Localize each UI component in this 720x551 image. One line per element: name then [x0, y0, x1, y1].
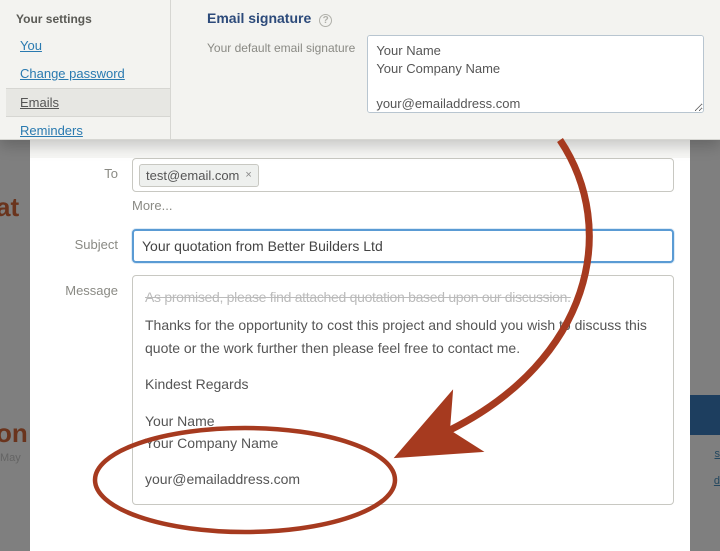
settings-body: Email signature ? Your default email sig… — [170, 0, 720, 139]
modal-backdrop — [690, 140, 720, 551]
more-recipients-toggle[interactable]: More... — [132, 198, 674, 219]
settings-heading: Your settings — [6, 8, 170, 32]
message-row: Message As promised, please find attache… — [46, 275, 674, 505]
signature-label: Your default email signature — [207, 35, 367, 55]
message-textarea[interactable]: As promised, please find attached quotat… — [132, 275, 674, 505]
message-signature-line: Your Name — [145, 410, 661, 432]
to-row: To test@email.com × — [46, 158, 674, 192]
to-field[interactable]: test@email.com × — [132, 158, 674, 192]
remove-recipient-icon[interactable]: × — [245, 169, 251, 181]
subject-label: Subject — [46, 229, 132, 252]
signature-textarea[interactable] — [367, 35, 704, 113]
subject-row: Subject Your quotation from Better Build… — [46, 229, 674, 263]
to-label: To — [46, 158, 132, 181]
compose-email-panel: To test@email.com × More... Subject Your… — [30, 158, 690, 551]
help-icon[interactable]: ? — [319, 14, 332, 27]
message-line: Kindest Regards — [145, 373, 661, 395]
message-line: Thanks for the opportunity to cost this … — [145, 314, 661, 359]
nav-item-change-password[interactable]: Change password — [6, 60, 170, 88]
section-title: Email signature ? — [207, 8, 704, 35]
settings-nav: Your settings You Change password Emails… — [0, 0, 170, 139]
message-line: As promised, please find attached quotat… — [145, 286, 661, 308]
nav-item-emails[interactable]: Emails — [6, 88, 170, 117]
subject-input[interactable]: Your quotation from Better Builders Ltd — [132, 229, 674, 263]
settings-panel: Your settings You Change password Emails… — [0, 0, 720, 140]
recipient-chip-text: test@email.com — [146, 168, 239, 183]
message-signature-line: Your Company Name — [145, 432, 661, 454]
nav-item-you[interactable]: You — [6, 32, 170, 60]
modal-backdrop — [0, 140, 30, 551]
message-signature-line: your@emailaddress.com — [145, 468, 661, 490]
nav-item-reminders[interactable]: Reminders — [6, 117, 170, 145]
section-title-text: Email signature — [207, 10, 311, 26]
message-label: Message — [46, 275, 132, 298]
recipient-chip[interactable]: test@email.com × — [139, 164, 259, 187]
